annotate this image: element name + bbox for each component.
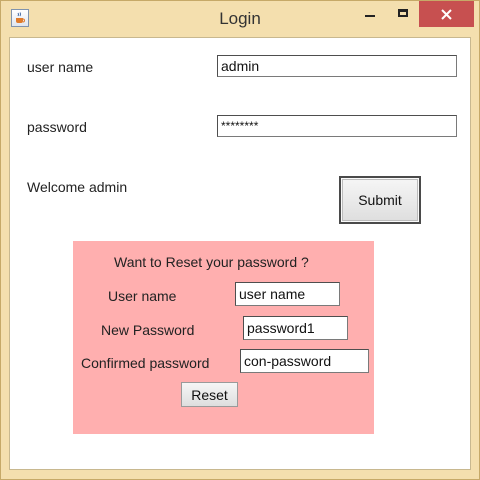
new-password-field[interactable]	[243, 316, 348, 340]
welcome-text: Welcome admin	[27, 179, 128, 195]
confirm-password-field[interactable]	[240, 349, 369, 373]
username-field[interactable]	[217, 55, 457, 77]
reset-username-label: User name	[108, 288, 177, 304]
reset-button[interactable]: Reset	[181, 382, 238, 407]
submit-button[interactable]: Submit	[339, 176, 421, 224]
maximize-icon	[398, 9, 408, 17]
confirm-password-label: Confirmed password	[81, 355, 210, 371]
title-bar[interactable]: Login	[1, 1, 479, 36]
minimize-button[interactable]	[353, 1, 385, 27]
reset-password-panel: Want to Reset your password ? User name …	[73, 241, 374, 434]
close-icon	[441, 9, 452, 20]
reset-username-field[interactable]	[235, 282, 340, 306]
maximize-button[interactable]	[388, 1, 418, 27]
reset-heading: Want to Reset your password ?	[114, 254, 309, 270]
new-password-label: New Password	[101, 322, 195, 338]
username-label: user name	[27, 59, 94, 75]
close-button[interactable]	[419, 1, 474, 27]
content-pane: user name password Welcome admin Submit …	[9, 37, 471, 470]
password-field[interactable]	[217, 115, 457, 137]
login-window: Login user name password Welcome admin S…	[0, 0, 480, 480]
minimize-icon	[365, 15, 375, 17]
password-label: password	[27, 119, 87, 135]
